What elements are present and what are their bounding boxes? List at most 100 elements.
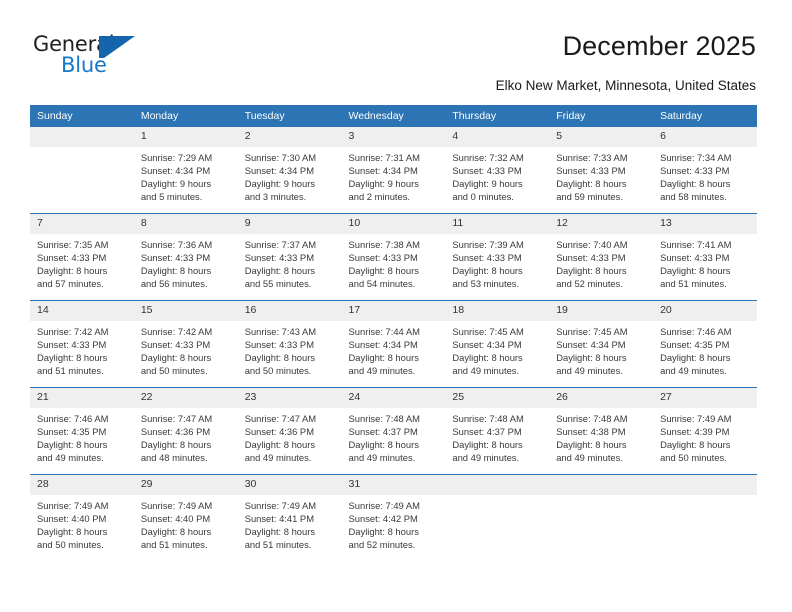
daylight-duration: Daylight: 8 hours bbox=[140, 526, 212, 538]
day-details: Sunrise: 7:46 AM Sunset: 4:35 PM Daylight:… bbox=[653, 321, 757, 377]
daylight-duration: and 55 minutes. bbox=[244, 278, 312, 290]
sunset-time: Sunset: 4:40 PM bbox=[140, 513, 211, 525]
weekday-header-saturday: Saturday bbox=[653, 105, 757, 127]
calendar-cell-inner: 27 Sunrise: 7:49 AM Sunset: 4:39 PM Dayligh… bbox=[653, 388, 757, 474]
calendar-cell-inner: 11 Sunrise: 7:39 AM Sunset: 4:33 PM Dayligh… bbox=[445, 214, 550, 300]
calendar-week-row: 21 Sunrise: 7:46 AM Sunset: 4:35 PM Dayligh… bbox=[30, 387, 757, 475]
calendar-day-cell[interactable]: 23 Sunrise: 7:47 AM Sunset: 4:36 PM Dayligh… bbox=[237, 387, 342, 475]
calendar-day-cell[interactable]: 28 Sunrise: 7:49 AM Sunset: 4:40 PM Dayligh… bbox=[30, 474, 134, 561]
sunrise-time: Sunrise: 7:45 AM bbox=[452, 326, 524, 337]
calendar-day-cell[interactable]: 30 Sunrise: 7:49 AM Sunset: 4:41 PM Dayligh… bbox=[237, 474, 342, 561]
calendar-day-cell[interactable]: 9 Sunrise: 7:37 AM Sunset: 4:33 PM Daylight… bbox=[237, 213, 342, 301]
calendar-day-cell[interactable]: 4 Sunrise: 7:32 AM Sunset: 4:33 PM Daylight… bbox=[445, 127, 550, 214]
sunset-time: Sunset: 4:33 PM bbox=[660, 252, 730, 264]
sunset-time: Sunset: 4:41 PM bbox=[244, 513, 314, 525]
calendar-day-cell[interactable]: 27 Sunrise: 7:49 AM Sunset: 4:39 PM Dayligh… bbox=[653, 387, 757, 475]
day-number: 2 bbox=[237, 127, 342, 147]
sunrise-time: Sunrise: 7:45 AM bbox=[556, 326, 628, 337]
calendar-day-cell[interactable]: 22 Sunrise: 7:47 AM Sunset: 4:36 PM Dayligh… bbox=[133, 387, 238, 475]
weekday-header-monday: Monday bbox=[133, 105, 238, 127]
daylight-duration: and 58 minutes. bbox=[660, 191, 727, 203]
day-number: 4 bbox=[445, 127, 550, 147]
calendar-day-cell[interactable]: 25 Sunrise: 7:48 AM Sunset: 4:37 PM Dayligh… bbox=[445, 387, 550, 475]
calendar-body: 1 Sunrise: 7:29 AM Sunset: 4:34 PM Daylight… bbox=[30, 127, 757, 561]
calendar-day-cell[interactable]: 19 Sunrise: 7:45 AM Sunset: 4:34 PM Dayligh… bbox=[549, 300, 654, 388]
sunset-time: Sunset: 4:34 PM bbox=[140, 165, 211, 177]
calendar-day-cell[interactable]: 24 Sunrise: 7:48 AM Sunset: 4:37 PM Dayligh… bbox=[341, 387, 446, 475]
calendar-cell-inner bbox=[653, 475, 757, 561]
day-number: 27 bbox=[653, 388, 757, 408]
calendar-day-cell[interactable]: 7 Sunrise: 7:35 AM Sunset: 4:33 PM Daylight… bbox=[30, 213, 134, 301]
calendar-cell-inner: 21 Sunrise: 7:46 AM Sunset: 4:35 PM Dayligh… bbox=[30, 388, 134, 474]
calendar-day-cell[interactable]: 31 Sunrise: 7:49 AM Sunset: 4:42 PM Dayligh… bbox=[341, 474, 446, 561]
sunset-time: Sunset: 4:34 PM bbox=[348, 339, 418, 351]
day-details: Sunrise: 7:32 AM Sunset: 4:33 PM Daylight:… bbox=[445, 147, 549, 203]
day-number: 31 bbox=[341, 475, 446, 495]
day-number: 8 bbox=[133, 214, 238, 234]
calendar-day-cell[interactable]: 21 Sunrise: 7:46 AM Sunset: 4:35 PM Dayligh… bbox=[30, 387, 134, 475]
sunrise-time: Sunrise: 7:49 AM bbox=[244, 500, 317, 511]
daylight-duration: and 48 minutes. bbox=[140, 452, 208, 464]
day-details: Sunrise: 7:49 AM Sunset: 4:42 PM Daylight:… bbox=[342, 495, 446, 551]
calendar-day-cell[interactable]: 14 Sunrise: 7:42 AM Sunset: 4:33 PM Dayligh… bbox=[30, 300, 134, 388]
calendar-day-cell[interactable]: 11 Sunrise: 7:39 AM Sunset: 4:33 PM Dayligh… bbox=[445, 213, 550, 301]
sunrise-time: Sunrise: 7:32 AM bbox=[452, 152, 524, 163]
sunset-time: Sunset: 4:33 PM bbox=[140, 339, 211, 351]
calendar-day-cell[interactable]: 26 Sunrise: 7:48 AM Sunset: 4:38 PM Dayligh… bbox=[549, 387, 654, 475]
calendar-day-cell[interactable]: 13 Sunrise: 7:41 AM Sunset: 4:33 PM Dayligh… bbox=[653, 213, 757, 301]
day-number: 16 bbox=[237, 301, 342, 321]
daylight-duration: Daylight: 8 hours bbox=[37, 439, 108, 451]
day-details: Sunrise: 7:38 AM Sunset: 4:33 PM Daylight:… bbox=[342, 234, 446, 290]
page-subtitle-location: Elko New Market, Minnesota, United State… bbox=[495, 78, 756, 93]
calendar-day-cell[interactable]: 18 Sunrise: 7:45 AM Sunset: 4:34 PM Dayligh… bbox=[445, 300, 550, 388]
day-number: 6 bbox=[653, 127, 757, 147]
day-number: 7 bbox=[30, 214, 134, 234]
day-number: 3 bbox=[341, 127, 446, 147]
calendar-day-cell[interactable]: 1 Sunrise: 7:29 AM Sunset: 4:34 PM Daylight… bbox=[133, 127, 238, 214]
calendar-cell-inner: 9 Sunrise: 7:37 AM Sunset: 4:33 PM Daylight… bbox=[237, 214, 342, 300]
calendar-cell-inner: 17 Sunrise: 7:44 AM Sunset: 4:34 PM Dayligh… bbox=[341, 301, 446, 387]
sunrise-time: Sunrise: 7:46 AM bbox=[37, 413, 109, 424]
sunset-time: Sunset: 4:35 PM bbox=[37, 426, 107, 438]
day-details: Sunrise: 7:42 AM Sunset: 4:33 PM Daylight:… bbox=[134, 321, 238, 377]
daylight-duration: Daylight: 9 hours bbox=[452, 178, 523, 190]
day-number: 23 bbox=[237, 388, 342, 408]
daylight-duration: and 52 minutes. bbox=[348, 539, 416, 551]
calendar-day-cell[interactable]: 3 Sunrise: 7:31 AM Sunset: 4:34 PM Daylight… bbox=[341, 127, 446, 214]
daylight-duration: and 52 minutes. bbox=[556, 278, 623, 290]
calendar-cell-inner: 15 Sunrise: 7:42 AM Sunset: 4:33 PM Dayligh… bbox=[133, 301, 238, 387]
calendar-day-cell[interactable]: 10 Sunrise: 7:38 AM Sunset: 4:33 PM Dayligh… bbox=[341, 213, 446, 301]
daylight-duration: Daylight: 8 hours bbox=[140, 265, 212, 277]
daylight-duration: Daylight: 8 hours bbox=[556, 265, 627, 277]
day-number: 11 bbox=[445, 214, 550, 234]
daylight-duration: Daylight: 8 hours bbox=[244, 439, 316, 451]
daylight-duration: Daylight: 8 hours bbox=[452, 265, 523, 277]
daylight-duration: and 57 minutes. bbox=[37, 278, 104, 290]
daylight-duration: Daylight: 8 hours bbox=[348, 352, 419, 364]
calendar-day-cell[interactable]: 12 Sunrise: 7:40 AM Sunset: 4:33 PM Dayligh… bbox=[549, 213, 654, 301]
calendar-cell-inner: 23 Sunrise: 7:47 AM Sunset: 4:36 PM Dayligh… bbox=[237, 388, 342, 474]
calendar-cell-inner bbox=[30, 127, 134, 213]
general-blue-logo[interactable]: General Blue bbox=[33, 32, 163, 80]
daylight-duration: Daylight: 8 hours bbox=[348, 439, 419, 451]
calendar-day-cell[interactable]: 15 Sunrise: 7:42 AM Sunset: 4:33 PM Dayligh… bbox=[133, 300, 238, 388]
sunrise-time: Sunrise: 7:48 AM bbox=[348, 413, 420, 424]
calendar-day-cell[interactable]: 16 Sunrise: 7:43 AM Sunset: 4:33 PM Dayligh… bbox=[237, 300, 342, 388]
calendar-day-cell[interactable]: 17 Sunrise: 7:44 AM Sunset: 4:34 PM Dayligh… bbox=[341, 300, 446, 388]
sunrise-time: Sunrise: 7:47 AM bbox=[140, 413, 213, 424]
sunset-time: Sunset: 4:33 PM bbox=[244, 252, 314, 264]
day-details: Sunrise: 7:30 AM Sunset: 4:34 PM Daylight:… bbox=[238, 147, 342, 203]
calendar-day-cell[interactable]: 2 Sunrise: 7:30 AM Sunset: 4:34 PM Daylight… bbox=[237, 127, 342, 214]
daylight-duration: and 2 minutes. bbox=[348, 191, 411, 203]
day-number: 26 bbox=[549, 388, 654, 408]
calendar-day-cell[interactable]: 8 Sunrise: 7:36 AM Sunset: 4:33 PM Daylight… bbox=[133, 213, 238, 301]
daylight-duration: and 54 minutes. bbox=[348, 278, 416, 290]
calendar-day-cell[interactable]: 20 Sunrise: 7:46 AM Sunset: 4:35 PM Dayligh… bbox=[653, 300, 757, 388]
sunset-time: Sunset: 4:34 PM bbox=[348, 165, 418, 177]
day-number: 30 bbox=[237, 475, 342, 495]
calendar-day-cell[interactable]: 6 Sunrise: 7:34 AM Sunset: 4:33 PM Daylight… bbox=[653, 127, 757, 214]
calendar-cell-inner: 18 Sunrise: 7:45 AM Sunset: 4:34 PM Dayligh… bbox=[445, 301, 550, 387]
calendar-day-cell[interactable]: 29 Sunrise: 7:49 AM Sunset: 4:40 PM Dayligh… bbox=[133, 474, 238, 561]
sunrise-time: Sunrise: 7:43 AM bbox=[244, 326, 317, 337]
calendar-day-cell[interactable]: 5 Sunrise: 7:33 AM Sunset: 4:33 PM Daylight… bbox=[549, 127, 654, 214]
